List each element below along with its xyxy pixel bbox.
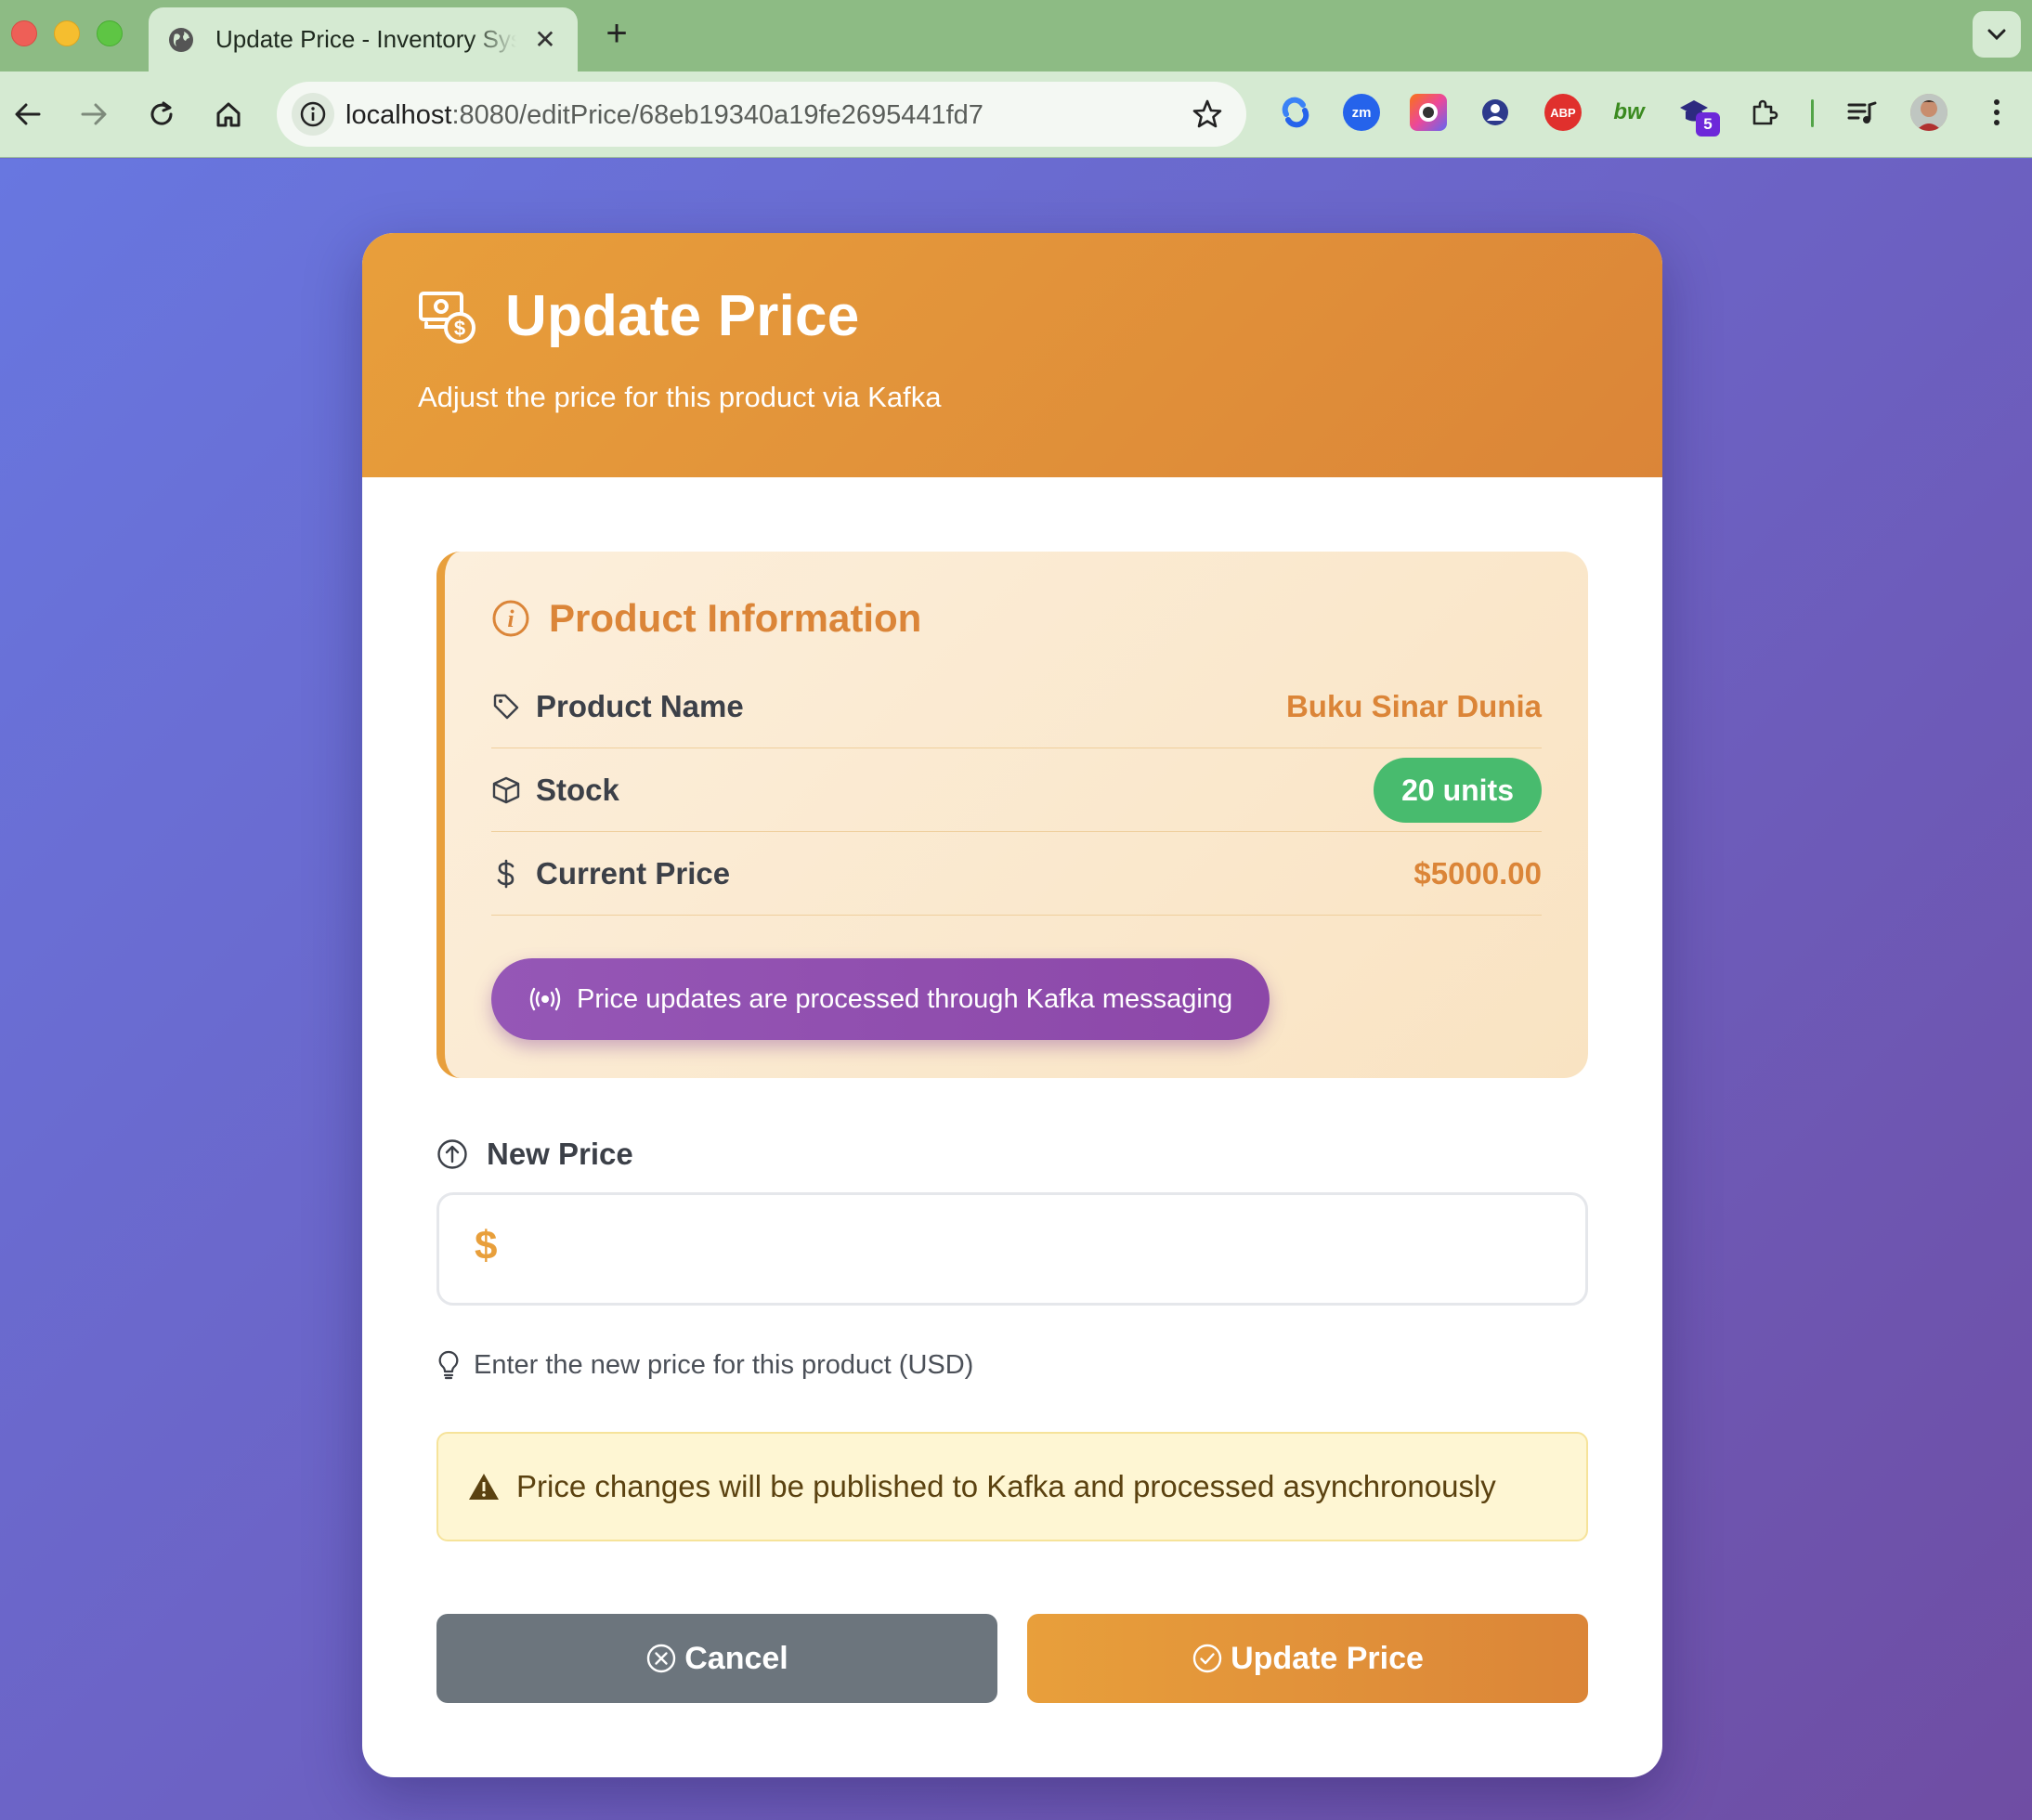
x-circle-icon — [647, 1644, 676, 1673]
bw-label: bw — [1613, 99, 1645, 124]
kafka-info-text: Price updates are processed through Kafk… — [577, 983, 1233, 1014]
current-price-label: Current Price — [536, 855, 731, 890]
close-window-button[interactable] — [11, 20, 37, 46]
playlist-music-icon — [1847, 101, 1877, 124]
puzzle-icon — [1752, 99, 1778, 125]
reload-icon — [150, 101, 173, 125]
current-price-value: $5000.00 — [1413, 855, 1542, 890]
forward-button[interactable] — [72, 92, 116, 136]
warning-triangle-icon — [469, 1474, 499, 1500]
card-header: $ Update Price Adjust the price for this… — [362, 233, 1662, 477]
url-path: :8080/editPrice/68eb19340a19fe2695441fd7 — [451, 100, 983, 130]
warning-text: Price changes will be published to Kafka… — [516, 1469, 1496, 1503]
info-circle-icon: i — [492, 600, 529, 637]
new-tab-button[interactable]: + — [600, 13, 633, 54]
profile-avatar[interactable] — [1910, 94, 1947, 131]
hint-text: Enter the new price for this product (US… — [474, 1349, 974, 1380]
adblock-label: ABP — [1550, 105, 1576, 120]
page-background: $ Update Price Adjust the price for this… — [0, 159, 2032, 1820]
media-controls-button[interactable] — [1843, 94, 1881, 131]
page-title: Update Price — [505, 284, 860, 348]
avatar-icon — [1910, 94, 1947, 131]
toolbar-divider — [1811, 99, 1814, 127]
arrow-left-icon — [15, 103, 41, 125]
tab-close-icon[interactable]: ✕ — [531, 24, 559, 55]
chevron-down-icon — [1987, 29, 2006, 41]
svg-text:$: $ — [454, 317, 465, 340]
browser-tab-active[interactable]: Update Price - Inventory System ✕ — [149, 7, 578, 72]
browser-tab-bar: Update Price - Inventory System ✕ + — [0, 0, 2032, 72]
product-info-panel: i Product Information Product Name Buku … — [436, 552, 1588, 1078]
dollar-sign-icon — [497, 859, 515, 888]
tag-icon — [493, 694, 519, 719]
update-price-button[interactable]: Update Price — [1027, 1614, 1588, 1703]
url-text[interactable]: localhost:8080/editPrice/68eb19340a19fe2… — [345, 100, 983, 131]
new-price-field[interactable]: $ — [436, 1192, 1588, 1306]
broadcast-icon — [529, 987, 561, 1011]
tab-title: Update Price - Inventory System — [215, 25, 516, 53]
box-icon — [492, 776, 520, 803]
adblock-extension-icon[interactable]: ABP — [1544, 94, 1582, 131]
currency-symbol: $ — [475, 1223, 498, 1268]
browser-toolbar: localhost:8080/editPrice/68eb19340a19fe2… — [0, 72, 2032, 158]
home-icon — [216, 102, 241, 127]
lightbulb-icon — [438, 1350, 459, 1380]
globe-icon — [169, 27, 193, 52]
zoom-extension-icon[interactable]: zm — [1343, 94, 1380, 131]
extensions-menu-button[interactable] — [1746, 94, 1783, 131]
bw-extension-icon[interactable]: bw — [1610, 94, 1648, 131]
arrow-right-icon — [81, 103, 107, 125]
product-info-title: Product Information — [549, 596, 922, 640]
back-button[interactable] — [6, 92, 50, 136]
url-host: localhost — [345, 100, 452, 130]
cancel-button-label: Cancel — [684, 1640, 788, 1676]
stock-label: Stock — [536, 772, 619, 807]
page-subtitle: Adjust the price for this product via Ka… — [418, 381, 942, 413]
stock-badge: 20 units — [1374, 757, 1542, 823]
screen-recorder-extension-icon[interactable] — [1410, 94, 1447, 131]
money-bill-icon: $ — [419, 291, 475, 344]
address-bar[interactable]: localhost:8080/editPrice/68eb19340a19fe2… — [277, 82, 1246, 147]
svg-text:i: i — [507, 605, 515, 632]
maximize-window-button[interactable] — [97, 20, 123, 46]
home-button[interactable] — [206, 92, 251, 136]
cancel-button[interactable]: Cancel — [436, 1614, 997, 1703]
record-icon — [1419, 103, 1438, 122]
sync-swirl-icon — [1282, 97, 1309, 128]
site-info-button[interactable] — [292, 93, 334, 136]
arrow-up-circle-icon — [437, 1139, 467, 1169]
product-name-value: Buku Sinar Dunia — [1285, 688, 1542, 723]
new-price-label-text: New Price — [487, 1137, 633, 1171]
sync-extension-icon[interactable] — [1277, 94, 1314, 131]
browser-menu-button[interactable] — [1978, 94, 2015, 131]
tab-search-button[interactable] — [1973, 11, 2021, 58]
graduation-extension-icon[interactable]: 5 — [1677, 94, 1720, 136]
new-price-input[interactable] — [523, 1204, 1563, 1294]
update-price-button-label: Update Price — [1231, 1640, 1424, 1676]
stock-row: Stock 20 units — [491, 748, 1542, 832]
check-circle-icon — [1192, 1644, 1222, 1673]
kafka-info-badge: Price updates are processed through Kafk… — [491, 958, 1270, 1040]
more-vertical-icon — [1994, 99, 1999, 125]
extension-badge-count: 5 — [1696, 112, 1720, 136]
bookmark-star-icon[interactable] — [1191, 98, 1224, 131]
product-name-label: Product Name — [536, 688, 744, 723]
reload-button[interactable] — [139, 92, 184, 136]
profile-extension-icon[interactable] — [1477, 94, 1514, 131]
zoom-extension-label: zm — [1351, 104, 1372, 121]
product-name-row: Product Name Buku Sinar Dunia — [491, 665, 1542, 748]
info-icon — [300, 101, 326, 127]
current-price-row: Current Price $5000.00 — [491, 832, 1542, 916]
update-price-card: $ Update Price Adjust the price for this… — [362, 233, 1662, 1777]
user-circle-icon — [1482, 99, 1508, 125]
minimize-window-button[interactable] — [54, 20, 80, 46]
kafka-warning-alert: Price changes will be published to Kafka… — [436, 1432, 1588, 1541]
new-price-label: New Price — [436, 1137, 633, 1172]
new-price-hint: Enter the new price for this product (US… — [436, 1349, 973, 1381]
